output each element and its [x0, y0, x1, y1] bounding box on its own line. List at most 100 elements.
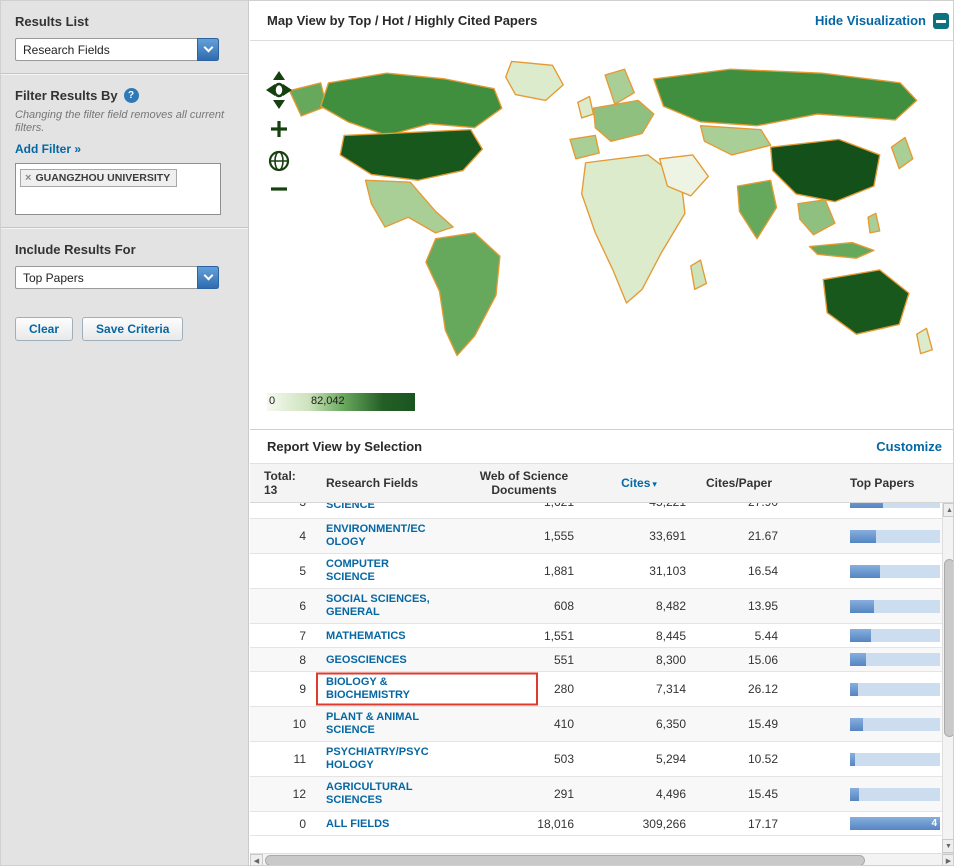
- help-icon[interactable]: ?: [123, 88, 139, 103]
- table-header-row: Total: 13 Research Fields Web of Science…: [250, 463, 953, 503]
- research-field-link[interactable]: PSYCHIATRY/PSYCHOLOGY: [326, 746, 430, 772]
- research-field-link[interactable]: GEOSCIENCES: [326, 654, 430, 667]
- report-rows: 3 SCIENCE 1,621 45,221 27.90 4 ENVIRONME…: [250, 503, 942, 853]
- cites-cell: 33,691: [649, 529, 686, 543]
- column-header-cites-sort[interactable]: Cites ▾: [584, 476, 694, 490]
- field-cell: MATHEMATICS: [314, 628, 464, 643]
- save-criteria-button[interactable]: Save Criteria: [82, 317, 184, 341]
- top-papers-bar-track: [850, 717, 940, 731]
- rank-cell: 4: [299, 529, 306, 543]
- field-cell: GEOSCIENCES: [314, 652, 464, 667]
- country-madagascar: [690, 259, 708, 291]
- rank-cell: 10: [292, 717, 306, 731]
- documents-cell: 503: [553, 752, 574, 766]
- map-pan-zoom-controls[interactable]: [266, 71, 292, 227]
- scroll-right-arrow[interactable]: ▶: [942, 854, 953, 865]
- documents-cell: 551: [553, 652, 574, 667]
- cites-per-paper-cell: 10.52: [747, 752, 778, 766]
- cites-per-paper-cell: 17.17: [747, 816, 778, 831]
- documents-cell: 1,551: [543, 628, 574, 643]
- research-field-link[interactable]: COMPUTER SCIENCE: [326, 558, 430, 584]
- scroll-left-arrow[interactable]: ◀: [250, 854, 263, 865]
- field-cell: ENVIRONMENT/ECOLOGY: [314, 523, 464, 549]
- horizontal-scrollbar-thumb[interactable]: [265, 855, 865, 865]
- results-list-label: Results List: [15, 14, 89, 29]
- collapse-minus-icon[interactable]: [933, 12, 949, 29]
- rank-cell: 5: [299, 564, 306, 578]
- cites-per-paper-cell: 26.12: [747, 682, 778, 696]
- remove-filter-icon[interactable]: ×: [25, 172, 31, 184]
- clear-button[interactable]: Clear: [15, 317, 74, 341]
- top-papers-bar-fill: 4: [850, 817, 940, 830]
- cites-cell: 8,300: [655, 652, 686, 667]
- results-list-dropdown[interactable]: Research Fields: [15, 38, 219, 61]
- legend-min-label: 0: [269, 395, 276, 407]
- country-mexico: [364, 179, 454, 234]
- research-field-link[interactable]: PLANT & ANIMAL SCIENCE: [326, 711, 430, 737]
- sidebar: Results List Research Fields Filter Resu…: [1, 1, 249, 865]
- cites-per-paper-cell: 27.90: [694, 503, 784, 509]
- research-field-link[interactable]: SOCIAL SCIENCES, GENERAL: [326, 593, 430, 619]
- research-field-link[interactable]: AGRICULTURAL SCIENCES: [326, 781, 430, 807]
- column-header-wos-documents: Web of Science Documents: [479, 469, 569, 497]
- top-papers-bar-fill: [850, 564, 880, 578]
- choropleth-world-map[interactable]: [272, 45, 944, 373]
- esi-application: Results List Research Fields Filter Resu…: [0, 0, 954, 866]
- vertical-scrollbar-thumb[interactable]: [944, 559, 953, 737]
- rank-cell: 9: [299, 682, 306, 696]
- table-row: 0 ALL FIELDS 18,016 309,266 17.17 4: [250, 812, 942, 836]
- chevron-down-icon[interactable]: [197, 38, 219, 61]
- top-papers-cell: [784, 503, 942, 508]
- top-papers-cell: [784, 599, 942, 613]
- map-legend: 0 82,042: [250, 393, 953, 429]
- country-japan: [890, 136, 914, 170]
- hide-visualization-link[interactable]: Hide Visualization: [815, 13, 926, 28]
- top-papers-bar-fill: [850, 717, 863, 731]
- map-view-title: Map View by Top / Hot / Highly Cited Pap…: [267, 13, 538, 28]
- scroll-down-arrow[interactable]: ▼: [942, 839, 953, 853]
- rank-cell: 6: [299, 599, 306, 613]
- vertical-scrollbar[interactable]: ▲ ▼: [942, 503, 953, 853]
- top-papers-bar-fill: [850, 787, 859, 801]
- rank-cell: 7: [299, 628, 306, 643]
- documents-cell: 608: [553, 599, 574, 613]
- column-header-cites-per-paper: Cites/Paper: [705, 476, 773, 490]
- customize-link[interactable]: Customize: [876, 439, 942, 454]
- top-papers-bar-fill: [850, 653, 867, 666]
- top-papers-bar-fill: [850, 599, 875, 613]
- documents-cell: 280: [553, 682, 574, 696]
- documents-cell: 410: [553, 717, 574, 731]
- horizontal-scrollbar[interactable]: ◀ ▶: [250, 853, 953, 865]
- cites-per-paper-cell: 5.44: [754, 628, 778, 643]
- cites-cell: 5,294: [655, 752, 686, 766]
- research-field-link[interactable]: BIOLOGY & BIOCHEMISTRY: [326, 676, 430, 702]
- documents-cell: 291: [553, 787, 574, 801]
- table-row: 8 GEOSCIENCES 551 8,300 15.06: [250, 648, 942, 672]
- research-field-link[interactable]: MATHEMATICS: [326, 630, 430, 643]
- filter-tag[interactable]: × GUANGZHOU UNIVERSITY: [20, 169, 178, 187]
- add-filter-link[interactable]: Add Filter »: [15, 142, 81, 156]
- world-map[interactable]: [250, 41, 953, 393]
- top-papers-bar-track: [850, 629, 940, 642]
- top-papers-cell: [784, 752, 942, 766]
- cites-per-paper-cell: 15.45: [747, 787, 778, 801]
- legend-gradient-bar: 0 82,042: [267, 393, 415, 411]
- research-field-link[interactable]: SCIENCE: [326, 503, 430, 512]
- column-header-research-fields: Research Fields: [326, 476, 419, 490]
- top-papers-bar-track: [850, 787, 940, 801]
- top-papers-bar-track: [850, 503, 940, 508]
- table-row: 11 PSYCHIATRY/PSYCHOLOGY 503 5,294 10.52: [250, 742, 942, 777]
- research-field-link[interactable]: ENVIRONMENT/ECOLOGY: [326, 523, 430, 549]
- cites-cell: 7,314: [655, 682, 686, 696]
- top-papers-bar-track: [850, 564, 940, 578]
- filter-section: Filter Results By ? Changing the filter …: [1, 75, 248, 227]
- world-view-button: [268, 150, 290, 172]
- results-list-value: Research Fields: [23, 42, 110, 57]
- scroll-up-arrow[interactable]: ▲: [943, 503, 953, 517]
- total-count-header: Total: 13: [264, 469, 296, 497]
- research-field-link[interactable]: ALL FIELDS: [326, 818, 430, 831]
- cites-cell: 6,350: [655, 717, 686, 731]
- documents-cell: 1,881: [543, 564, 574, 578]
- chevron-down-icon[interactable]: [197, 266, 219, 289]
- include-results-dropdown[interactable]: Top Papers: [15, 266, 219, 289]
